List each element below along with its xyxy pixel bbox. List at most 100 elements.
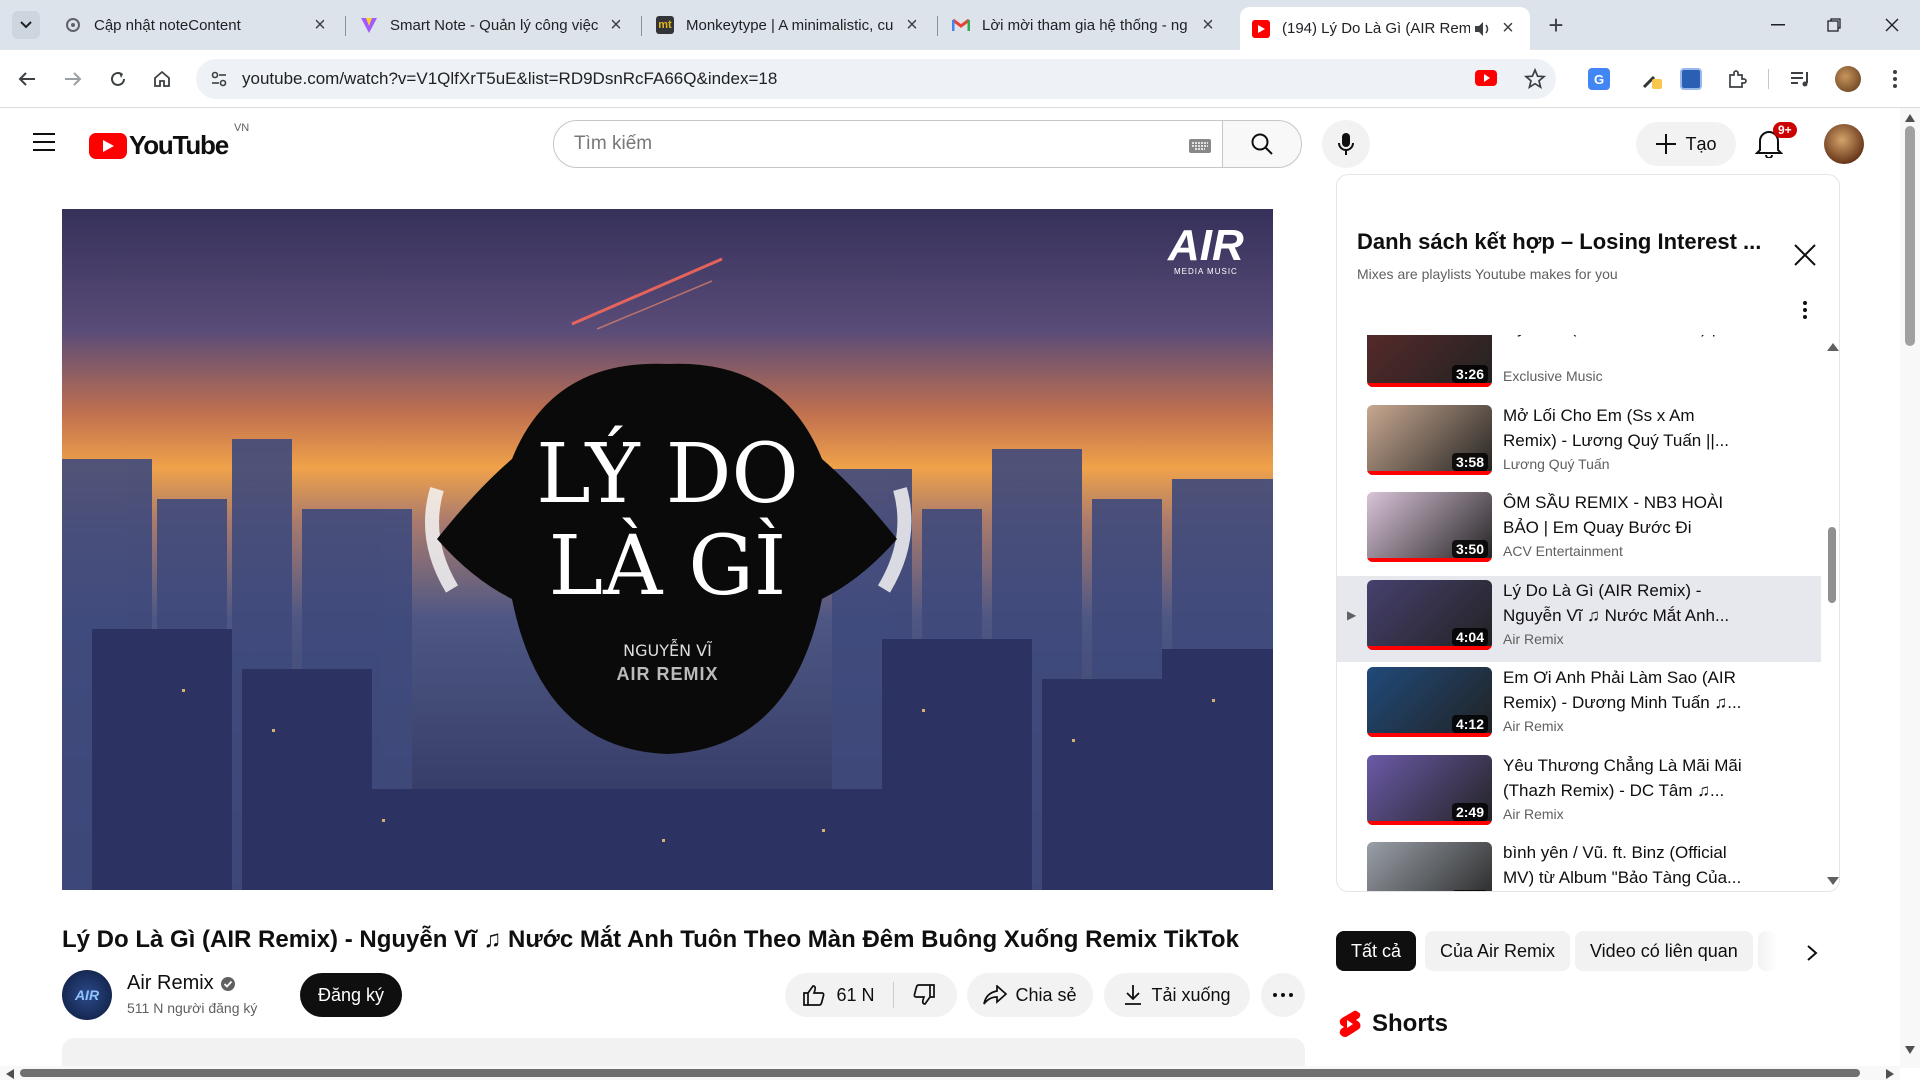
page-hscroll-thumb[interactable] — [20, 1069, 1860, 1077]
watched-progress-bar — [1367, 558, 1492, 562]
new-tab-icon[interactable]: + — [1541, 10, 1571, 40]
close-icon[interactable]: × — [310, 14, 330, 36]
playlist-title[interactable]: Danh sách kết hợp – Losing Interest ... — [1357, 229, 1787, 255]
watched-progress-bar — [1367, 383, 1492, 387]
filter-chip[interactable]: Tất cả — [1336, 931, 1417, 971]
channel-avatar[interactable]: AIR — [62, 970, 112, 1020]
playlist-thumbnail[interactable]: 4:12 — [1367, 667, 1492, 737]
playlist-item-title[interactable]: Lý Do Là Gì (AIR Remix) - Nguyễn Vĩ ♫ Nư… — [1503, 578, 1748, 628]
minimize-icon[interactable] — [1763, 10, 1793, 40]
tab-search-button[interactable] — [12, 11, 40, 39]
playlist-thumbnail[interactable]: 3:22 — [1367, 842, 1492, 891]
playlist-thumbnail[interactable]: 3:50 — [1367, 492, 1492, 562]
playlist-menu-icon[interactable] — [1803, 301, 1807, 319]
filter-chip[interactable]: Video có liên quan — [1575, 931, 1753, 971]
playlist-item-title[interactable]: Mở Lối Cho Em (Ss x Am Remix) - Lương Qu… — [1503, 403, 1748, 453]
kebab-menu-icon[interactable] — [1880, 64, 1910, 94]
search-button[interactable] — [1222, 120, 1302, 168]
keyboard-icon[interactable] — [1188, 138, 1212, 154]
profile-avatar[interactable] — [1833, 64, 1863, 94]
playlist-item[interactable]: ▶ 4:04 Lý Do Là Gì (AIR Remix) - Nguyễn Vĩ… — [1337, 575, 1821, 662]
reload-icon[interactable] — [103, 64, 133, 94]
scroll-up-arrow-icon[interactable] — [1827, 343, 1839, 351]
close-icon[interactable]: × — [1498, 17, 1518, 39]
channel-name-row: Air Remix — [127, 972, 236, 995]
bookmark-star-icon[interactable] — [1524, 68, 1546, 90]
playlist-thumbnail[interactable]: 3:26 — [1367, 335, 1492, 387]
extensions-puzzle-icon[interactable] — [1722, 64, 1752, 94]
color-picker-extension-icon[interactable] — [1637, 64, 1667, 94]
playlist-item-title[interactable]: My Tatts (Nam Con Remix) |... — [1503, 335, 1748, 340]
playlist-item-channel: Air Remix — [1503, 630, 1564, 647]
close-window-icon[interactable] — [1877, 10, 1907, 40]
download-button[interactable]: Tải xuống — [1104, 973, 1250, 1017]
like-button[interactable]: 61 N — [788, 982, 894, 1008]
duration-badge: 3:22 — [1451, 890, 1488, 891]
search-placeholder: Tìm kiếm — [574, 133, 653, 154]
channel-name[interactable]: Air Remix — [127, 972, 214, 995]
video-player[interactable]: LÝ DO LÀ GÌ NGUYỄN VĨ AIR REMIX AIR MEDI… — [62, 209, 1273, 890]
playlist-item[interactable]: 3:50 ÔM SẦU REMIX - NB3 HOÀI BẢO | Em Qua… — [1337, 488, 1821, 574]
media-control-icon[interactable] — [1786, 64, 1816, 94]
playlist-scrollbar-thumb[interactable] — [1828, 527, 1836, 603]
filter-chip[interactable]: Của Air Remix — [1425, 931, 1571, 971]
page-horizontal-scrollbar[interactable] — [0, 1066, 1900, 1080]
page-scrollbar-thumb[interactable] — [1905, 126, 1915, 346]
share-button[interactable]: Chia sẻ — [967, 973, 1093, 1017]
playlist-thumbnail[interactable]: 4:04 — [1367, 579, 1492, 650]
browser-tab[interactable]: Lời mời tham gia hệ thống - ng × — [940, 7, 1230, 43]
translate-icon[interactable]: G — [1584, 64, 1614, 94]
address-bar[interactable]: youtube.com/watch?v=V1QlfXrT5uE&list=RD9… — [196, 59, 1556, 99]
playlist-item-title[interactable]: Yêu Thương Chẳng Là Mãi Mãi (Thazh Remix… — [1503, 753, 1748, 803]
voice-search-button[interactable] — [1322, 120, 1370, 168]
playlist-item[interactable]: 3:26 My Tatts (Nam Con Remix) |... Exclusi… — [1337, 335, 1821, 399]
chevron-right-icon[interactable] — [1806, 944, 1818, 962]
shorts-logo-icon — [1339, 1010, 1361, 1037]
close-icon[interactable]: × — [1198, 14, 1218, 36]
hamburger-menu-icon[interactable] — [32, 132, 56, 152]
browser-tab[interactable]: Cập nhật noteContent × — [52, 7, 342, 43]
back-arrow-icon[interactable] — [12, 64, 42, 94]
browser-tab-active[interactable]: (194) Lý Do Là Gì (AIR Remi × — [1240, 7, 1530, 50]
close-icon[interactable] — [1793, 243, 1817, 267]
playlist-panel: Danh sách kết hợp – Losing Interest ... … — [1336, 174, 1840, 892]
browser-tab[interactable]: mt Monkeytype | A minimalistic, cu × — [644, 7, 934, 43]
youtube-masthead: YouTube VN Tìm kiếm Tạo 9+ — [0, 108, 1900, 180]
page-vertical-scrollbar[interactable] — [1900, 108, 1920, 1068]
screenshot-extension-icon[interactable] — [1676, 64, 1706, 94]
speaker-icon[interactable] — [1474, 21, 1492, 37]
playlist-item-title[interactable]: bình yên / Vũ. ft. Binz (Official MV) từ… — [1503, 840, 1748, 890]
playlist-item[interactable]: 3:58 Mở Lối Cho Em (Ss x Am Remix) - Lươn… — [1337, 401, 1821, 487]
playlist-thumbnail[interactable]: 3:58 — [1367, 404, 1492, 475]
create-button[interactable]: Tạo — [1636, 122, 1736, 166]
playlist-item-title[interactable]: Em Ơi Anh Phải Làm Sao (AIR Remix) - Dươ… — [1503, 665, 1748, 715]
video-overlay-title-line1: LÝ DO — [536, 427, 799, 522]
youtube-extension-icon[interactable] — [1475, 70, 1497, 86]
site-info-icon[interactable] — [210, 70, 228, 88]
notifications-button[interactable]: 9+ — [1755, 122, 1797, 160]
scroll-down-arrow-icon[interactable] — [1827, 877, 1839, 885]
close-icon[interactable]: × — [606, 14, 626, 36]
playlist-thumbnail[interactable]: 2:49 — [1367, 754, 1492, 825]
video-overlay-title: LÝ DO LÀ GÌ — [62, 429, 1273, 613]
playlist-item-title[interactable]: ÔM SẦU REMIX - NB3 HOÀI BẢO | Em Quay Bư… — [1503, 490, 1748, 540]
youtube-logo[interactable]: YouTube VN — [89, 122, 249, 161]
monkeytype-icon: mt — [656, 16, 674, 34]
dislike-button[interactable] — [894, 984, 954, 1006]
maximize-icon[interactable] — [1819, 10, 1849, 40]
account-avatar[interactable] — [1824, 124, 1864, 164]
home-icon[interactable] — [147, 64, 177, 94]
duration-badge: 2:49 — [1451, 802, 1488, 821]
browser-tab[interactable]: Smart Note - Quản lý công việc × — [348, 7, 638, 43]
playlist-item[interactable]: 2:49 Yêu Thương Chẳng Là Mãi Mãi (Thazh R… — [1337, 751, 1821, 837]
search-input[interactable]: Tìm kiếm — [553, 120, 1223, 168]
subscribe-button[interactable]: Đăng ký — [300, 973, 402, 1017]
playlist-item[interactable]: 3:22 bình yên / Vũ. ft. Binz (Official MV… — [1337, 838, 1821, 891]
forward-arrow-icon[interactable] — [58, 64, 88, 94]
video-title: Lý Do Là Gì (AIR Remix) - Nguyễn Vĩ ♫ Nư… — [62, 926, 1239, 953]
tab-title: Smart Note - Quản lý công việc — [390, 16, 599, 34]
more-actions-button[interactable] — [1261, 973, 1305, 1017]
close-icon[interactable]: × — [902, 14, 922, 36]
playlist-item[interactable]: 4:12 Em Ơi Anh Phải Làm Sao (AIR Remix) -… — [1337, 663, 1821, 749]
description-box[interactable] — [62, 1038, 1305, 1066]
